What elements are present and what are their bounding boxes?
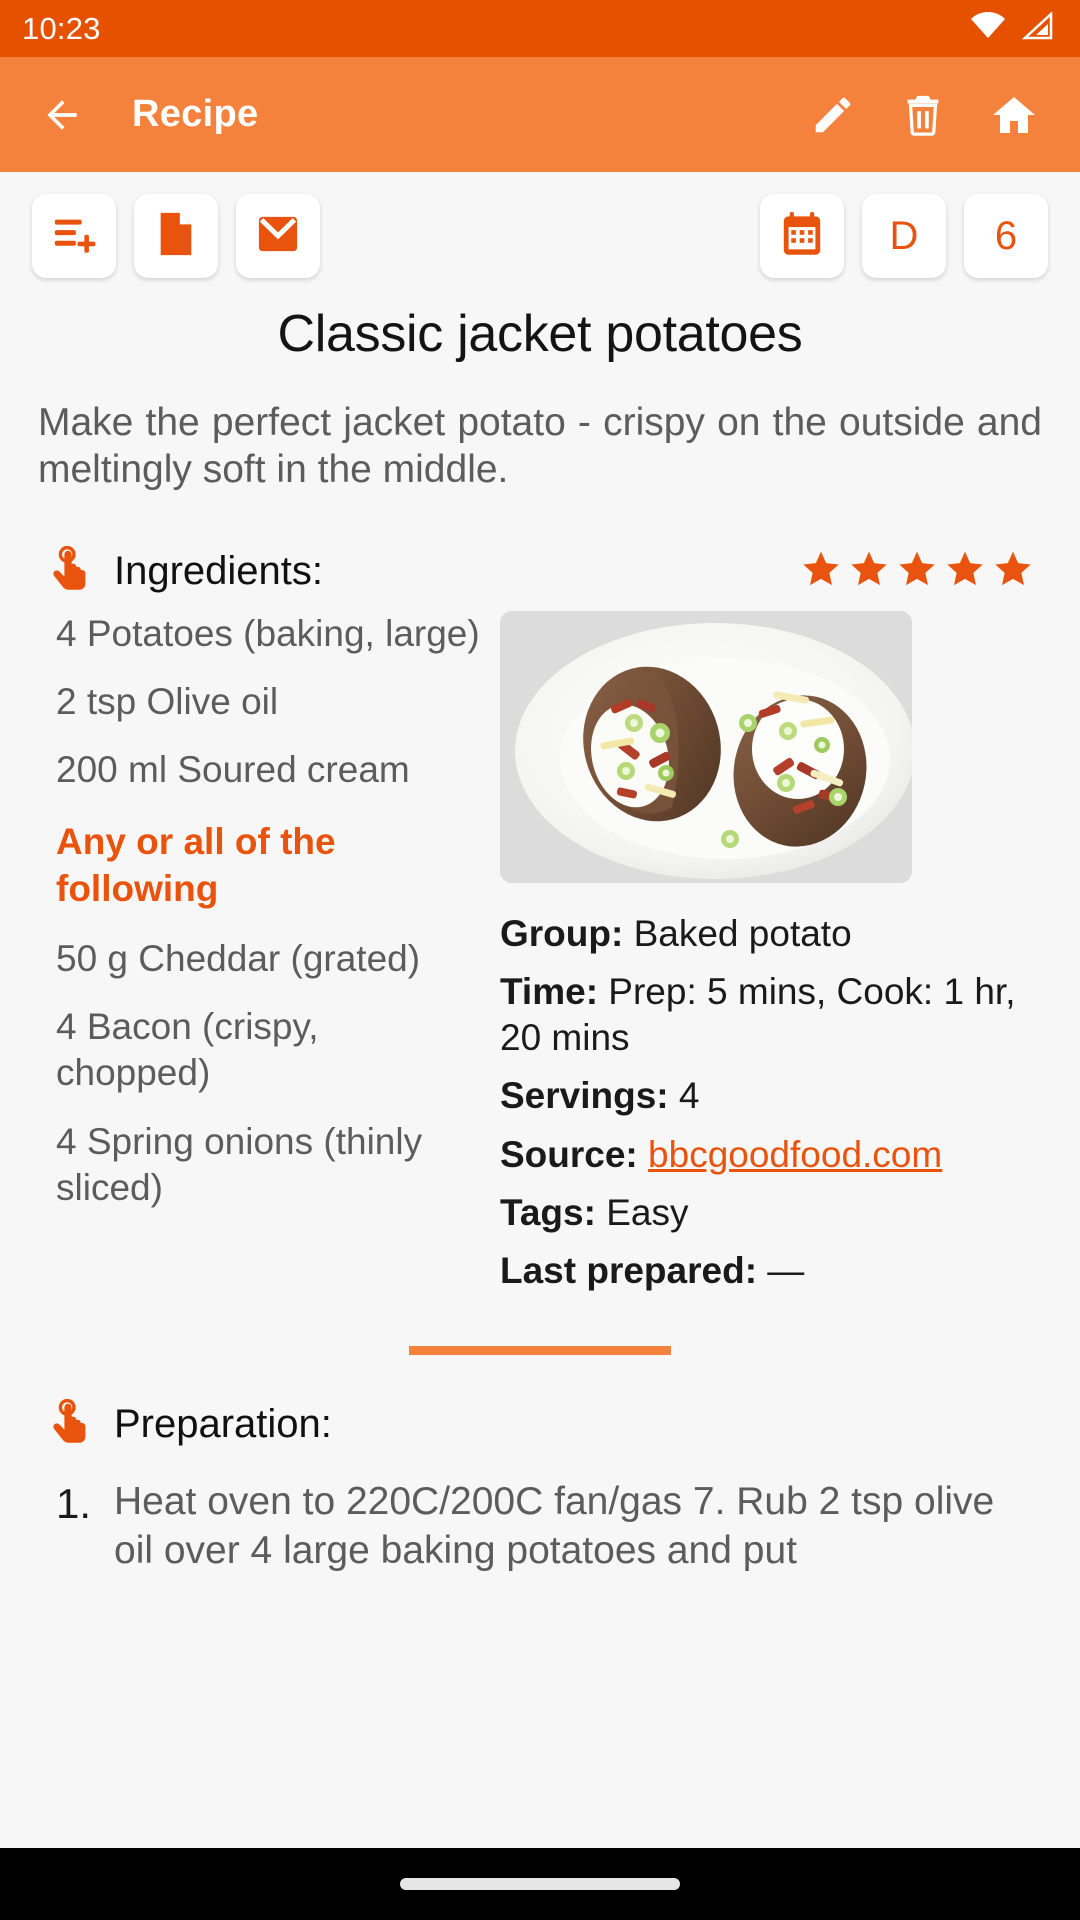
ingredients-subheading: Any or all of the following: [56, 821, 336, 909]
preparation-heading[interactable]: Preparation:: [52, 1399, 1080, 1450]
envelope-icon: [255, 213, 301, 260]
status-bar-icons: [970, 11, 1054, 45]
star-icon: [944, 549, 986, 594]
section-divider: [409, 1346, 671, 1356]
quick-actions-left: [32, 194, 320, 278]
preparation-heading-label: Preparation:: [114, 1402, 332, 1447]
meta-value: Baked potato: [633, 912, 852, 954]
meta-row-last-prepared: Last prepared: —: [500, 1248, 1052, 1294]
export-document-button[interactable]: [134, 194, 218, 278]
star-icon: [800, 549, 842, 594]
meta-label: Source:: [500, 1133, 638, 1175]
back-button[interactable]: [40, 93, 84, 137]
quick-actions-right: D 6: [760, 194, 1048, 278]
preparation-step: 1. Heat oven to 220C/200C fan/gas 7. Rub…: [56, 1478, 1036, 1576]
document-icon: [154, 211, 198, 262]
recipe-meta: Group: Baked potato Time: Prep: 5 mins, …: [500, 911, 1052, 1295]
meta-value: —: [767, 1250, 805, 1292]
status-bar: 10:23: [0, 0, 1080, 57]
rating-count-label: 6: [994, 214, 1018, 258]
meta-label: Time:: [500, 970, 599, 1012]
calendar-icon: [780, 211, 824, 262]
preparation-steps: 1. Heat oven to 220C/200C fan/gas 7. Rub…: [0, 1478, 1080, 1576]
meta-row-source: Source: bbcgoodfood.com: [500, 1132, 1052, 1178]
meta-label: Servings:: [500, 1075, 669, 1117]
ingredient-item: 4 Spring onions (thinly sliced): [56, 1120, 423, 1208]
difficulty-button[interactable]: D: [862, 194, 946, 278]
tap-hand-icon: [52, 1399, 94, 1450]
step-number: 1.: [56, 1480, 92, 1528]
quick-action-bar: D 6: [0, 172, 1080, 278]
meta-label: Last prepared:: [500, 1250, 758, 1292]
home-button[interactable]: [990, 91, 1038, 139]
difficulty-label: D: [889, 214, 919, 258]
star-icon: [992, 549, 1034, 594]
ingredient-item: 200 ml Soured cream: [56, 749, 410, 791]
page-title: Recipe: [132, 93, 259, 135]
star-icon: [896, 549, 938, 594]
list-add-icon: [51, 211, 97, 262]
ingredient-item: 2 tsp Olive oil: [56, 680, 279, 722]
ingredient-item: 50 g Cheddar (grated): [56, 937, 421, 979]
source-link[interactable]: bbcgoodfood.com: [648, 1134, 942, 1175]
ingredients-heading[interactable]: Ingredients:: [52, 545, 324, 597]
rating-stars[interactable]: [800, 549, 1034, 594]
recipe-details-column: Group: Baked potato Time: Prep: 5 mins, …: [480, 610, 1052, 1307]
meta-label: Group:: [500, 912, 624, 954]
ingredients-column: 4 Potatoes (baking, large) 2 tsp Olive o…: [0, 611, 480, 1307]
ingredients-heading-label: Ingredients:: [114, 548, 324, 593]
ingredient-item: 4 Bacon (crispy, chopped): [56, 1006, 319, 1094]
app-bar-actions: [810, 91, 1054, 139]
meta-value: 4: [678, 1075, 700, 1117]
edit-button[interactable]: [810, 92, 856, 138]
recipe-photo[interactable]: [500, 610, 912, 883]
home-gesture-pill[interactable]: [400, 1878, 680, 1890]
recipe-description: Make the perfect jacket potato - crispy …: [38, 401, 1042, 491]
recipe-body: 4 Potatoes (baking, large) 2 tsp Olive o…: [0, 610, 1080, 1307]
wifi-icon: [970, 11, 1006, 45]
cellular-signal-icon: [1020, 11, 1054, 45]
system-navigation-bar: [0, 1848, 1080, 1920]
add-to-shopping-list-button[interactable]: [32, 194, 116, 278]
email-recipe-button[interactable]: [236, 194, 320, 278]
screen-root: 10:23 Recipe D 6 Classic jacket potatoes…: [0, 0, 1080, 1848]
meta-row-servings: Servings: 4: [500, 1073, 1052, 1119]
ingredients-header-row: Ingredients:: [0, 494, 1080, 597]
app-bar: Recipe: [0, 57, 1080, 172]
tap-hand-icon: [52, 545, 94, 597]
recipe-title: Classic jacket potatoes: [277, 305, 803, 363]
rating-count-button[interactable]: 6: [964, 194, 1048, 278]
calendar-button[interactable]: [760, 194, 844, 278]
meta-label: Tags:: [500, 1191, 596, 1233]
meta-row-group: Group: Baked potato: [500, 911, 1052, 957]
star-icon: [848, 549, 890, 594]
recipe-photo-image: [500, 610, 912, 883]
meta-row-time: Time: Prep: 5 mins, Cook: 1 hr, 20 mins: [500, 969, 1052, 1062]
meta-row-tags: Tags: Easy: [500, 1190, 1052, 1236]
delete-button[interactable]: [900, 92, 946, 138]
meta-value: Easy: [606, 1191, 689, 1233]
ingredient-item: 4 Potatoes (baking, large): [56, 612, 480, 654]
step-text: Heat oven to 220C/200C fan/gas 7. Rub 2 …: [114, 1480, 995, 1573]
status-bar-clock: 10:23: [22, 11, 101, 46]
